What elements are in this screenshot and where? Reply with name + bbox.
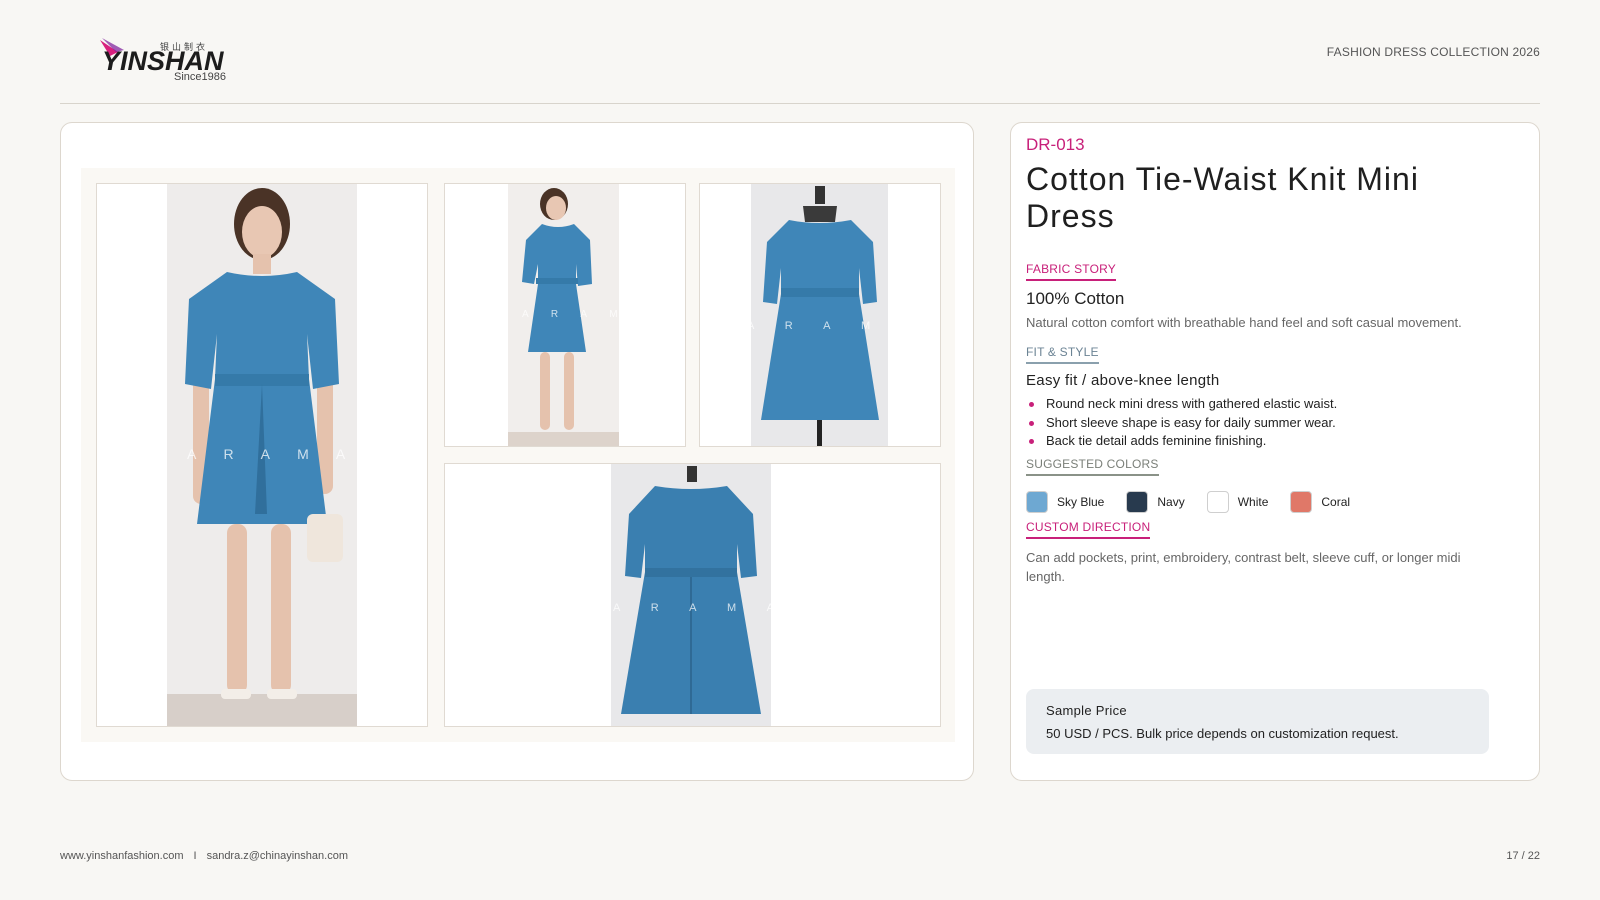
header-divider [60,103,1540,104]
photo-gallery: A R A M A R C A R A M A R C [81,168,955,742]
footer-email-link[interactable]: sandra.z@chinayinshan.com [207,850,348,862]
fit-summary: Easy fit / above-knee length [1026,372,1220,389]
suggested-colors-label: SUGGESTED COLORS [1026,457,1159,476]
swatch-white[interactable]: White [1206,491,1269,513]
sample-price-label: Sample Price [1046,703,1127,718]
custom-direction-description: Can add pockets, print, embroidery, cont… [1026,550,1461,584]
photo-watermark: A R A M A R C [522,309,619,320]
product-code: DR-013 [1026,135,1085,154]
swatch-label: White [1237,495,1269,509]
product-details-panel: DR-013 Cotton Tie-Waist Knit Mini Dress … [1010,122,1540,781]
bullet-dot-icon [1029,402,1034,407]
swatch-sky-blue[interactable]: Sky Blue [1026,491,1104,513]
fit-style-label: FIT & STYLE [1026,345,1099,364]
dress-front-mannequin-image [761,186,879,446]
fabric-description: Natural cotton comfort with breathable h… [1026,315,1462,330]
color-chip [1126,491,1149,513]
photo-side-model[interactable]: A R A M A R C [444,183,686,447]
swatch-label: Sky Blue [1057,495,1105,509]
bullet-text: Round neck mini dress with gathered elas… [1046,396,1338,411]
photo-back-mannequin[interactable]: A R A M A R C [444,463,941,727]
bullet-text: Back tie detail adds feminine finishing. [1046,433,1267,448]
swatch-coral[interactable]: Coral [1290,491,1350,513]
list-item: Short sleeve shape is easy for daily sum… [1026,414,1337,433]
collection-title: FASHION DRESS COLLECTION 2026 [1326,45,1540,59]
product-title: Cotton Tie-Waist Knit Mini Dress [1026,161,1419,234]
list-item: Back tie detail adds feminine finishing. [1026,432,1337,451]
sample-price-text: 50 USD / PCS. Bulk price depends on cust… [1046,726,1399,741]
fit-bullet-list: Round neck mini dress with gathered elas… [1026,395,1337,451]
photo-front-mannequin[interactable]: A R A M A R C [699,183,941,447]
gallery-panel: A R A M A R C A R A M A R C [60,122,974,781]
swatch-navy[interactable]: Navy [1126,491,1185,513]
photo-watermark: A R A M A R C [613,602,771,614]
swatch-label: Coral [1321,495,1351,509]
photo-watermark: A R A M A R C [751,320,888,332]
sample-price-box: Sample Price 50 USD / PCS. Bulk price de… [1026,689,1489,754]
footer-website-link[interactable]: www.yinshanfashion.com [60,850,184,862]
footer-contact: www.yinshanfashion.com Isandra.z@chinayin… [60,850,348,862]
footer-separator: I [193,850,197,862]
brand-since: Since1986 [174,71,226,83]
bullet-dot-icon [1029,439,1034,444]
swatch-label: Navy [1157,495,1185,509]
bullet-text: Short sleeve shape is easy for daily sum… [1046,414,1336,430]
dress-back-mannequin-image [621,466,761,714]
list-item: Round neck mini dress with gathered elas… [1026,395,1337,414]
color-swatches: Sky Blue Navy White Coral [1026,491,1372,513]
page-number: 17 / 22 [1506,850,1540,862]
photo-front-model[interactable]: A R A M A R C [96,183,428,727]
color-chip [1290,491,1313,513]
fabric-composition: 100% Cotton [1026,289,1125,308]
photo-watermark: A R A M A R C [187,446,357,462]
color-chip [1026,491,1048,513]
fabric-story-label: FABRIC STORY [1026,262,1116,281]
brand-logo: 银山制衣 YINSHAN Since1986 [98,36,238,84]
custom-direction-label: CUSTOM DIRECTION [1026,520,1151,539]
bullet-dot-icon [1029,420,1034,426]
color-chip [1206,491,1229,513]
